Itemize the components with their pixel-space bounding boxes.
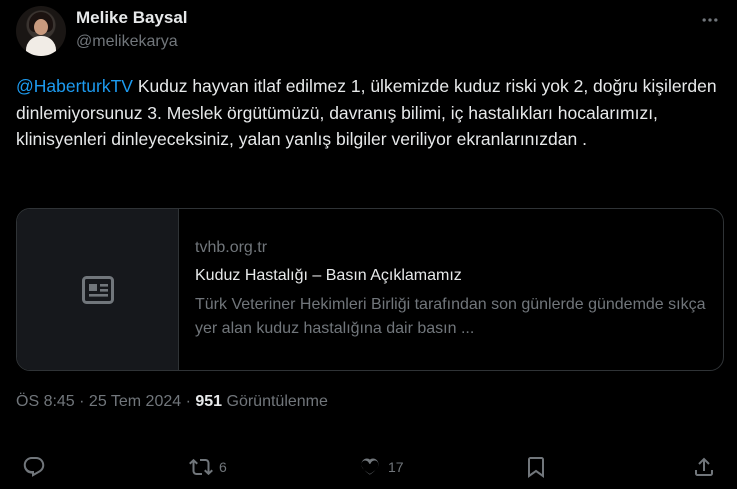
avatar-figure-body <box>26 36 56 56</box>
mention-link[interactable]: @HaberturkTV <box>16 76 133 96</box>
link-card[interactable]: tvhb.org.tr Kuduz Hastalığı – Basın Açık… <box>16 208 724 371</box>
like-count: 17 <box>388 459 404 475</box>
retweet-count: 6 <box>219 459 227 475</box>
link-card-description: Türk Veteriner Hekimleri Birliği tarafın… <box>195 296 706 337</box>
link-card-thumbnail <box>17 209 179 370</box>
retweet-icon <box>189 458 213 476</box>
link-card-info: tvhb.org.tr Kuduz Hastalığı – Basın Açık… <box>195 239 711 341</box>
avatar[interactable] <box>16 6 66 56</box>
author-handle[interactable]: @melikekarya <box>76 33 178 51</box>
like-button[interactable]: 17 <box>358 454 404 480</box>
tweet-meta: ÖS 8:45 · 25 Tem 2024 · 951 Görüntülenme <box>16 393 328 411</box>
views-label: Görüntülenme <box>222 393 328 410</box>
avatar-figure-face <box>34 19 48 35</box>
author-name[interactable]: Melike Baysal <box>76 8 188 28</box>
link-card-title: Kuduz Hastalığı – Basın Açıklamamız <box>195 267 462 284</box>
article-icon <box>82 276 114 304</box>
more-horizontal-icon[interactable] <box>699 10 721 30</box>
heart-icon <box>361 458 379 475</box>
share-icon <box>695 457 713 476</box>
share-button[interactable] <box>692 454 716 480</box>
link-card-domain: tvhb.org.tr <box>195 239 268 256</box>
retweet-button[interactable]: 6 <box>189 454 227 480</box>
bookmark-button[interactable] <box>524 454 548 480</box>
meta-separator: · <box>181 393 196 410</box>
reply-button[interactable] <box>22 454 52 480</box>
bookmark-icon <box>528 457 544 478</box>
tweet-actions: 6 17 <box>16 450 724 484</box>
tweet-header: Melike Baysal @melikekarya <box>16 4 721 56</box>
tweet-timestamp[interactable]: ÖS 8:45 · 25 Tem 2024 <box>16 393 181 410</box>
tweet-text: @HaberturkTV Kuduz hayvan itlaf edilmez … <box>16 73 724 153</box>
views-count: 951 <box>195 393 223 410</box>
reply-icon <box>23 457 45 477</box>
